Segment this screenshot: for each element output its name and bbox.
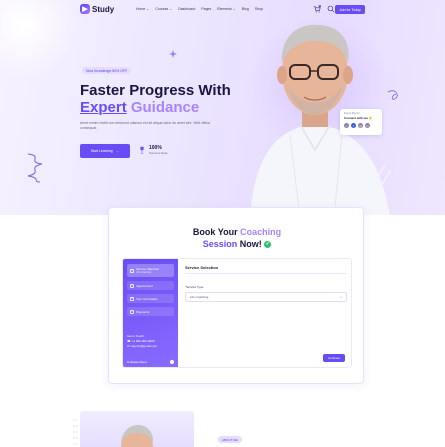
hero-title-expert: Expert [80,99,127,116]
step-number: 1 [130,268,134,273]
decorative-swirl-icon [27,153,43,183]
service-type-select[interactable]: Life Coaching ⌄ [185,292,347,302]
step-text: Service Selection Life Coaching [136,267,159,274]
contact-email-row: ✉ support@gmail.com [127,344,157,349]
contact-email[interactable]: support@gmail.com [130,344,157,348]
nav-item-home[interactable]: Home ⌄ [136,7,149,11]
navbar: ▶ Study Home ⌄ Courses ⌄ Dashboard Pages… [0,0,445,20]
hero-title: Faster Progress With [80,82,231,99]
rating-label: Success Rate [149,151,168,155]
step-label: Your Information [136,296,158,301]
collapse-menu-label: Collapse Menu [127,360,148,364]
hero-section: ▶ Study Home ⌄ Courses ⌄ Dashboard Pages… [0,0,445,215]
search-icon[interactable] [327,5,335,13]
cart-icon[interactable] [313,5,321,13]
booking-panel: 1 Service Selection Life Coaching 2 Appo… [122,258,352,368]
nav-item-courses[interactable]: Courses ⌄ [155,7,172,11]
hero-description: Amet minim mollit non deserunt ullamco e… [80,121,210,130]
step-service-selection[interactable]: 1 Service Selection Life Coaching [127,264,174,277]
step-appointment[interactable]: 2 Appointment [127,281,174,290]
nav-item-blog[interactable]: Blog [242,7,249,11]
connect-card: Expert Mentor Connect with me 👋 t f ◎ in [340,109,382,135]
check-icon: ✓ [264,241,272,249]
about-photo [80,411,194,447]
trophy-icon [140,146,144,154]
about-photo-illustration [121,425,154,447]
join-button[interactable]: Join for Today [335,5,365,14]
booking-sidebar: 1 Service Selection Life Coaching 2 Appo… [123,259,178,367]
chevron-down-icon: ⌄ [339,295,342,299]
discount-badge: Now Knowledge 50% OFF [82,67,132,74]
about-badge: ABOUT ME [218,436,242,443]
nav-icons [313,5,335,13]
start-learning-label: Start Learning [90,149,113,153]
contact-info: Get in Touch ☎ +1 000-000-0000 ✉ support… [127,334,157,349]
booking-title-session: Session [202,239,238,249]
twitter-icon[interactable]: t [344,123,349,128]
logo-text: Study [92,4,115,14]
form-heading: Service Selection [185,265,347,274]
hero-title-highlight: Expert Guidance [80,99,199,116]
rating-text: 100% Success Rate [149,145,168,155]
success-rate: 100% Success Rate [138,145,168,155]
continue-button[interactable]: Continue [323,354,345,362]
decorative-dots [73,419,78,445]
hero-title-guidance: Guidance [126,99,200,116]
facebook-icon[interactable]: f [351,123,356,128]
contact-phone[interactable]: +1 000-000-0000 [132,339,155,343]
booking-title: Book Your Coaching Session Now! ✓ [109,226,365,250]
booking-section: Book Your Coaching Session Now! ✓ 1 Serv… [108,207,364,384]
instagram-icon[interactable]: ◎ [358,123,363,128]
step-sublabel: Life Coaching [136,271,152,274]
linkedin-icon[interactable]: in [365,123,370,128]
step-label: Appointment [136,283,153,288]
service-type-value: Life Coaching [190,295,209,299]
sparkle-icon [169,50,177,58]
service-type-label-text: Service Type [186,285,204,289]
step-number: 4 [130,309,134,314]
logo[interactable]: ▶ Study [80,4,114,14]
step-label: Payments [136,309,150,314]
service-type-label: *Service Type [185,285,347,289]
service-form: Service Selection *Service Type Life Coa… [185,265,347,365]
collapse-menu[interactable]: Collapse Menu [127,360,174,364]
nav-item-pages[interactable]: Pages [201,7,211,11]
social-icons: t f ◎ in [344,123,378,128]
nav-item-dashboard[interactable]: Dashboard [178,7,195,11]
collapse-toggle-icon [170,360,174,364]
nav-item-elements[interactable]: Elements ⌄ [217,7,236,11]
step-your-information[interactable]: 3 Your Information [127,294,174,303]
booking-title-book: Book Your [192,227,241,237]
connect-card-title: Connect with me 👋 [344,116,373,120]
nav-menu: Home ⌄ Courses ⌄ Dashboard Pages Element… [136,7,263,11]
step-payments[interactable]: 4 Payments [127,307,174,316]
nav-item-shop[interactable]: Shop [255,7,263,11]
step-number: 3 [130,296,134,301]
start-learning-button[interactable]: Start Learning → [80,144,130,158]
booking-title-now: Now! [237,239,262,249]
booking-title-coaching: Coaching [240,227,282,237]
logo-icon: ▶ [80,4,90,14]
step-number: 2 [130,283,134,288]
arrow-right-icon: → [115,149,120,153]
connect-card-subtitle: Expert Mentor [344,112,360,115]
